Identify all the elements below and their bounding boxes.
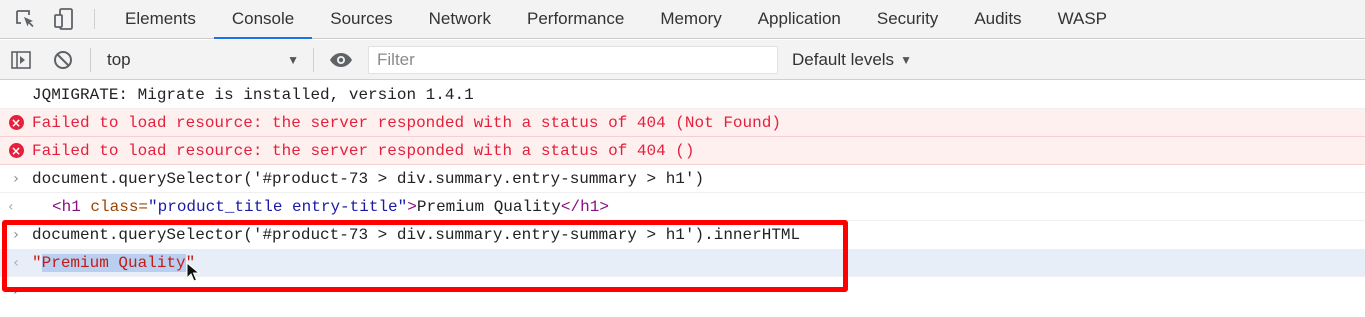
gutter: ‹ — [0, 193, 52, 221]
device-toolbar-icon — [54, 8, 73, 30]
command-text: document.querySelector('#product-73 > di… — [32, 169, 705, 188]
gutter — [0, 81, 32, 109]
toolbar-divider — [90, 47, 91, 72]
tab-console[interactable]: Console — [213, 0, 313, 39]
tab-label: Security — [876, 9, 939, 28]
inspect-element-icon — [16, 10, 34, 28]
attribute-value: "product_title entry-title" — [148, 197, 408, 216]
tab-label: Elements — [125, 9, 196, 28]
tab-audits[interactable]: Audits — [956, 0, 1039, 38]
tab-label: Application — [757, 9, 841, 28]
sidebar-toggle-button[interactable] — [0, 40, 42, 80]
error-message[interactable]: Failed to load resource: the server resp… — [32, 114, 781, 132]
dom-node-result[interactable]: <h1 class="product_title entry-title">Pr… — [52, 198, 609, 216]
console-command-row: › document.querySelector('#product-73 > … — [0, 221, 1365, 249]
console-messages: JQMIGRATE: Migrate is installed, version… — [0, 81, 1365, 305]
tab-performance[interactable]: Performance — [509, 0, 642, 38]
console-result-row: ‹ "Premium Quality" — [0, 249, 1365, 277]
tab-label: WASP — [1057, 9, 1107, 28]
tab-elements[interactable]: Elements — [107, 0, 214, 38]
tab-label: Memory — [660, 9, 722, 28]
tab-security[interactable]: Security — [859, 0, 956, 38]
levels-label: Default levels — [792, 49, 895, 69]
console-log-row: JQMIGRATE: Migrate is installed, version… — [0, 81, 1365, 109]
device-toolbar-button[interactable] — [44, 0, 84, 38]
tab-memory[interactable]: Memory — [642, 0, 739, 38]
error-icon: × — [8, 143, 24, 158]
tab-network[interactable]: Network — [411, 0, 509, 38]
inspect-element-button[interactable] — [0, 0, 44, 38]
console-result-row: ‹ <h1 class="product_title entry-title">… — [0, 193, 1365, 221]
attribute-name: class= — [90, 197, 149, 216]
log-levels-dropdown[interactable]: Default levels ▼ — [792, 50, 912, 70]
error-message[interactable]: Failed to load resource: the server resp… — [32, 142, 695, 160]
sidebar-toggle-icon — [11, 50, 31, 69]
filter-input[interactable] — [377, 49, 777, 70]
console-prompt-row[interactable]: › — [0, 277, 1365, 305]
console-toolbar: top ▼ Default levels ▼ — [0, 40, 1365, 80]
log-message: JQMIGRATE: Migrate is installed, version… — [32, 85, 474, 104]
tab-label: Performance — [526, 9, 625, 28]
context-selector[interactable]: top ▼ — [97, 40, 307, 80]
prompt-chevron-icon: › — [13, 283, 19, 299]
console-command-row: › document.querySelector('#product-73 > … — [0, 165, 1365, 193]
filter-box — [368, 45, 778, 74]
eye-icon — [330, 52, 352, 67]
tab-label: Sources — [330, 9, 393, 28]
tab-wasp[interactable]: WASP — [1040, 0, 1125, 38]
gutter: × — [0, 137, 32, 165]
gutter: › — [0, 165, 32, 193]
close-tag: </h1> — [560, 197, 609, 216]
dropdown-caret-icon: ▼ — [900, 52, 912, 67]
tab-label: Network — [428, 9, 491, 28]
devtools-tab-bar: Elements Console Sources Network Perform… — [0, 0, 1365, 39]
chevron-left-icon: ‹ — [8, 198, 14, 215]
chevron-right-icon: › — [13, 227, 19, 243]
string-result[interactable]: "Premium Quality" — [32, 253, 195, 272]
context-label: top — [107, 49, 131, 69]
open-tag-start: <h1 — [52, 197, 91, 216]
selected-string-value: Premium Quality — [41, 253, 186, 272]
open-tag-end: > — [407, 197, 417, 216]
gutter: › — [0, 221, 32, 249]
tab-sources[interactable]: Sources — [312, 0, 410, 38]
chevron-left-icon: ‹ — [13, 254, 19, 271]
tab-label: Console — [231, 9, 295, 28]
command-text: document.querySelector('#product-73 > di… — [32, 226, 801, 244]
console-error-row: × Failed to load resource: the server re… — [0, 109, 1365, 137]
tab-application[interactable]: Application — [740, 0, 859, 38]
quote-open: " — [32, 253, 42, 272]
gutter: × — [0, 109, 32, 137]
gutter: › — [0, 277, 32, 305]
tab-label: Audits — [974, 9, 1022, 28]
console-error-row: × Failed to load resource: the server re… — [0, 137, 1365, 165]
mouse-cursor-icon — [186, 262, 200, 282]
live-expression-button[interactable] — [320, 40, 362, 80]
node-text: Premium Quality — [416, 197, 561, 216]
dropdown-caret-icon: ▼ — [287, 52, 299, 67]
tab-bar-divider — [94, 9, 95, 29]
chevron-right-icon: › — [13, 170, 19, 187]
clear-console-button[interactable] — [42, 40, 84, 80]
clear-console-icon — [54, 50, 72, 69]
toolbar-divider — [313, 47, 314, 72]
error-icon: × — [8, 115, 24, 130]
gutter: ‹ — [0, 249, 32, 277]
